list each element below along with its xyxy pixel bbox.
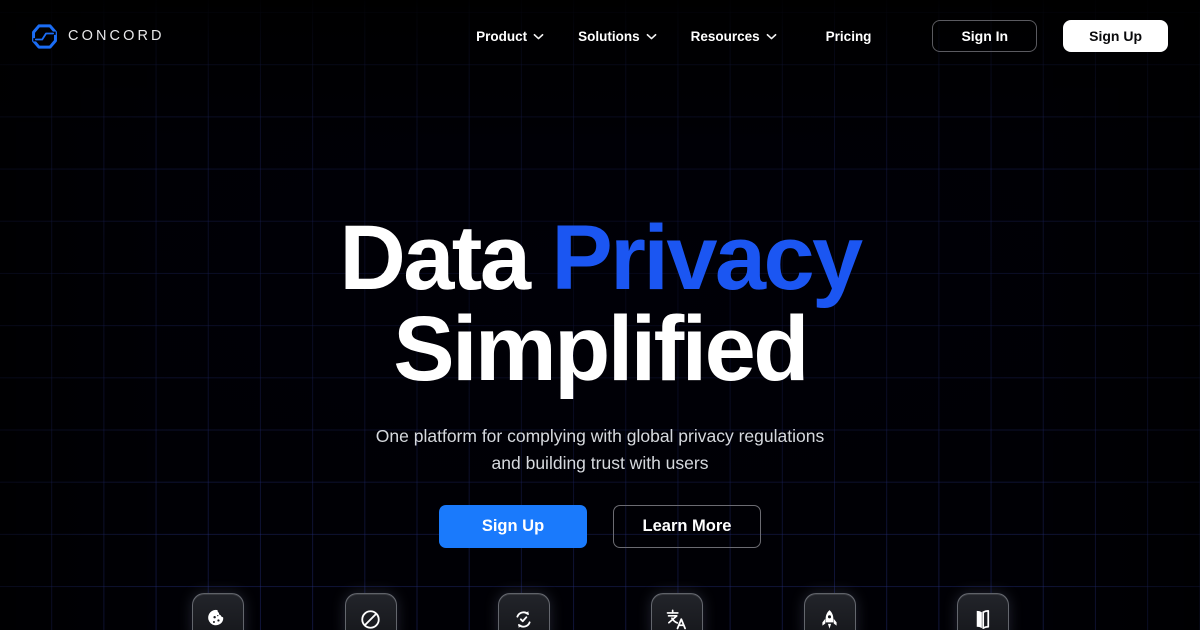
sign-up-cta-button[interactable]: Sign Up: [439, 505, 587, 549]
nav-item-solutions-label: Solutions: [578, 28, 640, 44]
nav-item-solutions[interactable]: Solutions: [561, 21, 674, 52]
nav-item-pricing-label: Pricing: [825, 28, 872, 44]
hero-subtitle: One platform for complying with global p…: [376, 423, 824, 477]
cookie-icon: [208, 609, 224, 625]
landing-page: CONCORD Product Solutions Resources Pric…: [0, 0, 1200, 630]
hero-section: Data Privacy Simplified One platform for…: [0, 0, 1200, 630]
headline-word-data: Data: [339, 207, 552, 309]
headline-word-privacy: Privacy: [551, 207, 863, 309]
nav-item-pricing[interactable]: Pricing: [794, 21, 889, 52]
headline-line-2: Simplified: [393, 298, 809, 401]
feature-icon-card-translate[interactable]: [650, 593, 703, 630]
open-book-icon: [976, 609, 990, 629]
brand-logo[interactable]: CONCORD: [32, 23, 165, 49]
hero-cta-row: Sign Up Learn More: [439, 505, 761, 549]
rocket-icon: [822, 609, 837, 629]
feature-icon-card-cookie[interactable]: [191, 593, 244, 630]
sign-up-button-header[interactable]: Sign Up: [1063, 20, 1168, 52]
sign-in-button[interactable]: Sign In: [932, 20, 1038, 52]
hero-subtitle-line-2: and building trust with users: [491, 453, 709, 474]
auth-actions: Sign In Sign Up: [932, 20, 1168, 52]
feature-icon-card-sync-check[interactable]: [497, 593, 550, 630]
translate-icon: [666, 608, 686, 629]
nav-item-resources[interactable]: Resources: [674, 21, 794, 52]
feature-icon-card-open-book[interactable]: [956, 593, 1009, 630]
sync-check-icon: [516, 610, 531, 628]
learn-more-cta-button[interactable]: Learn More: [613, 505, 761, 549]
nav-item-product-label: Product: [476, 28, 528, 44]
concord-hexagon-logo-icon: [32, 23, 57, 49]
hero-subtitle-line-1: One platform for complying with global p…: [375, 426, 825, 447]
main-nav: Product Solutions Resources Pricing Sign…: [459, 20, 1168, 52]
page-title: Data Privacy Simplified: [339, 212, 863, 401]
no-entry-icon: [361, 609, 380, 629]
feature-icon-card-rocket[interactable]: [803, 593, 856, 630]
chevron-down-icon: [646, 33, 657, 39]
feature-icon-strip: [0, 593, 1200, 630]
nav-item-resources-label: Resources: [690, 28, 760, 44]
chevron-down-icon: [766, 33, 777, 39]
brand-name: CONCORD: [68, 28, 165, 44]
feature-icon-card-no-entry[interactable]: [344, 593, 397, 630]
site-header: CONCORD Product Solutions Resources Pric…: [0, 0, 1200, 72]
nav-item-product[interactable]: Product: [459, 21, 561, 52]
chevron-down-icon: [533, 33, 544, 39]
